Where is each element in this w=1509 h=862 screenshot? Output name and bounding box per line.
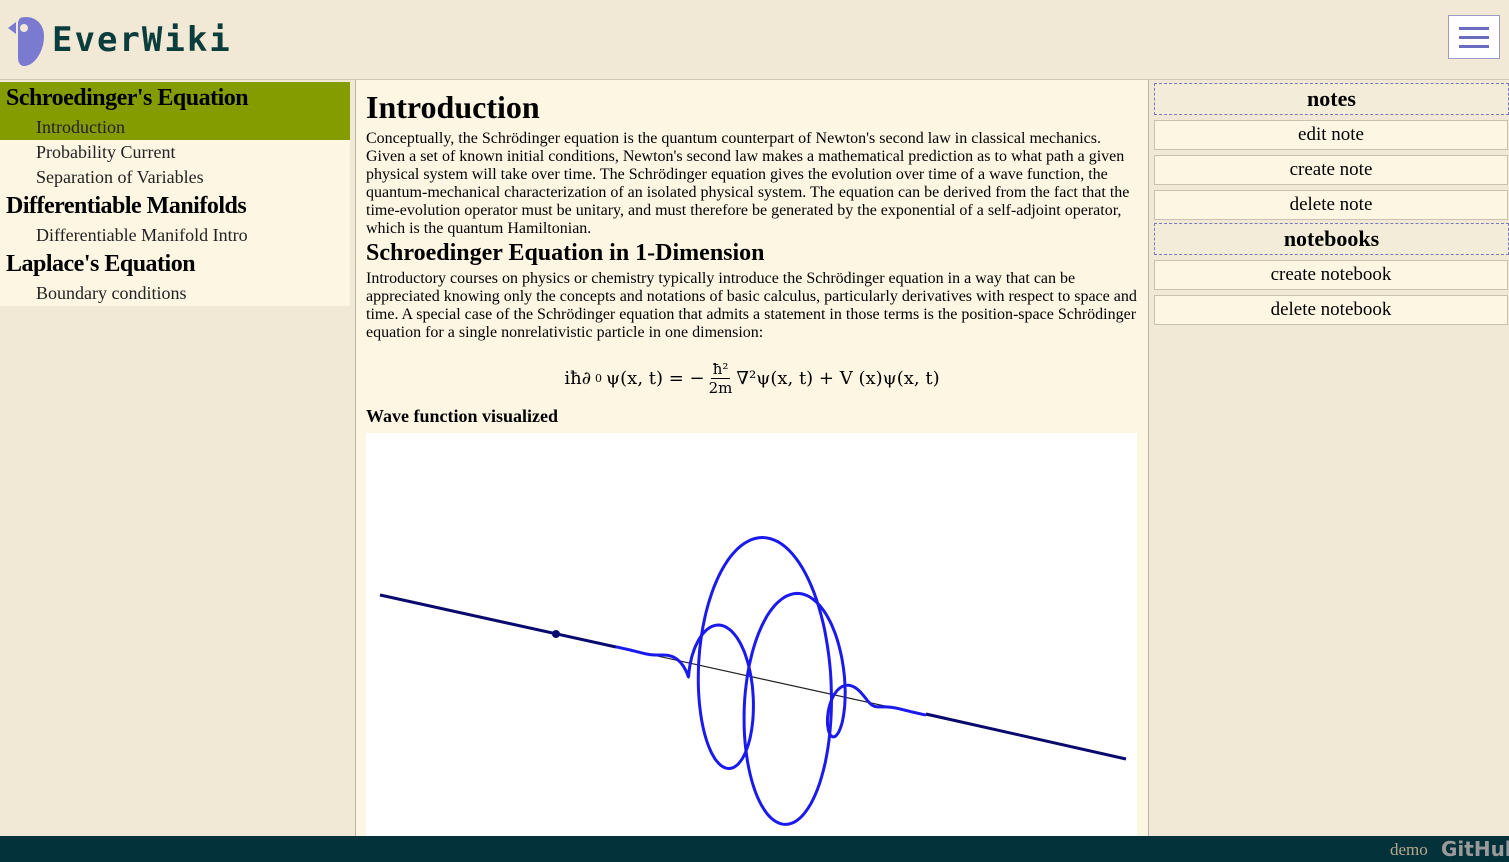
axis-segment-left: [379, 593, 617, 649]
formula-rhs: ∇²ψ(x, t) + V (x)ψ(x, t): [736, 368, 940, 389]
app-title: EverWiki: [52, 20, 232, 60]
hamburger-menu-button[interactable]: [1448, 15, 1500, 59]
formula-fraction: ħ² 2m: [709, 360, 733, 397]
page-title: Introduction: [366, 89, 540, 125]
formula-lhs-rest: ψ(x, t) = −: [606, 368, 705, 389]
nav-item-probability-current[interactable]: Probability Current: [0, 140, 350, 165]
right-panel: notes edit note create note delete note …: [1149, 80, 1509, 836]
nav-group-title[interactable]: Laplace's Equation: [0, 248, 350, 281]
sidebar-nav: Schroedinger's Equation Introduction Pro…: [0, 82, 350, 306]
axis-segment-right: [925, 712, 1127, 761]
header: EverWiki: [0, 0, 1509, 80]
notes-heading: notes: [1154, 83, 1509, 115]
notebooks-heading: notebooks: [1154, 223, 1509, 255]
menu-bar-icon: [1459, 26, 1489, 30]
delete-note-button[interactable]: delete note: [1154, 190, 1508, 220]
wave-function-plot: [379, 535, 1127, 826]
schrodinger-formula: iħ∂ 0 ψ(x, t) = − ħ² 2m ∇²ψ(x, t) + V (x)…: [366, 360, 1138, 400]
viz-title: Wave function visualized: [366, 406, 559, 426]
menu-bar-icon: [1459, 44, 1489, 48]
app-logo[interactable]: EverWiki: [6, 10, 306, 70]
logo-icon: [8, 16, 44, 66]
section-paragraph: Introductory courses on physics or chemi…: [366, 270, 1137, 341]
menu-bar-icon: [1459, 35, 1489, 39]
formula-lhs-sub: 0: [595, 372, 603, 385]
nav-item-separation-of-variables[interactable]: Separation of Variables: [0, 165, 350, 190]
intro-paragraph: Conceptually, the Schrödinger equation i…: [366, 130, 1130, 237]
delete-notebook-button[interactable]: delete notebook: [1154, 295, 1508, 325]
nav-group-title[interactable]: Differentiable Manifolds: [0, 190, 350, 223]
create-notebook-button[interactable]: create notebook: [1154, 260, 1508, 290]
edit-note-button[interactable]: edit note: [1154, 120, 1508, 150]
footer: demo GitHub: [0, 836, 1509, 862]
nav-item-differentiable-manifold-intro[interactable]: Differentiable Manifold Intro: [0, 223, 350, 248]
github-link[interactable]: GitHub: [1441, 837, 1509, 861]
formula-frac-num: ħ²: [710, 360, 731, 379]
nav-group-title[interactable]: Schroedinger's Equation: [0, 82, 350, 115]
main-content: Introduction Conceptually, the Schröding…: [356, 80, 1148, 836]
nav-item-introduction[interactable]: Introduction: [0, 115, 350, 140]
formula-frac-den: 2m: [708, 379, 733, 397]
demo-link[interactable]: demo: [1390, 840, 1428, 860]
nav-item-boundary-conditions[interactable]: Boundary conditions: [0, 281, 350, 306]
formula-lhs: iħ∂: [564, 368, 592, 389]
position-marker: [552, 630, 560, 638]
wave-function-visualization[interactable]: [366, 433, 1137, 836]
nav-group-active: Schroedinger's Equation Introduction: [0, 82, 350, 140]
create-note-button[interactable]: create note: [1154, 155, 1508, 185]
section-title: Schroedinger Equation in 1-Dimension: [366, 240, 765, 266]
